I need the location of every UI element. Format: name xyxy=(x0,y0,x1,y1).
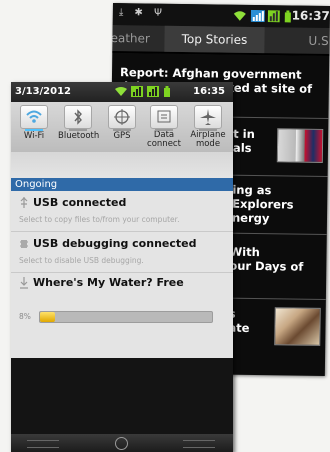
status-date: 3/13/2012 xyxy=(15,86,72,97)
status-bar: ⤓ ✱ Ψ 16:37 xyxy=(112,3,330,29)
progress-fill xyxy=(40,312,56,322)
grip-left-icon xyxy=(27,440,59,448)
tab-us[interactable]: U.S. xyxy=(308,34,330,48)
tab-top-stories[interactable]: Top Stories xyxy=(164,25,265,54)
debug-icon xyxy=(19,238,29,250)
download-progress-bar xyxy=(39,311,213,323)
toggle-label: Data connect xyxy=(147,130,181,149)
notification-subtitle: Select to copy files to/from your comput… xyxy=(19,215,180,224)
home-icon[interactable] xyxy=(115,437,128,450)
download-icon xyxy=(19,277,29,289)
quick-settings: Wi-Fi Bluetooth GPS Data connect Airplan… xyxy=(11,102,233,152)
wifi-icon xyxy=(20,105,48,131)
toggle-data-connect[interactable]: Data connect xyxy=(144,105,184,149)
notification-title: USB connected xyxy=(33,196,127,209)
story-headline: t in als xyxy=(232,126,255,155)
blurred-header xyxy=(11,152,233,178)
notification-title: USB debugging connected xyxy=(33,237,197,250)
story-headline: With our Days of xyxy=(229,244,304,274)
status-time: 16:37 xyxy=(291,8,330,24)
wifi-icon xyxy=(233,10,247,22)
signal-icon xyxy=(250,9,265,23)
signal-2-icon xyxy=(267,10,280,23)
notification-screen: 3/13/2012 16:35 Wi-Fi Bluetooth GPS Data… xyxy=(11,82,233,452)
toggle-airplane-mode[interactable]: Airplane mode xyxy=(188,105,228,149)
notification-icons: ⤓ ✱ Ψ xyxy=(118,7,166,19)
grip-right-icon xyxy=(183,440,215,448)
story-thumbnail xyxy=(274,307,321,346)
signal-2-icon xyxy=(147,86,159,97)
progress-percent: 8% xyxy=(19,312,31,321)
notification-usb-debugging[interactable]: USB debugging connected Select to disabl… xyxy=(11,232,233,272)
story-thumbnail xyxy=(276,128,324,163)
section-header-ongoing: Ongoing xyxy=(11,178,233,191)
toggle-label: GPS xyxy=(113,131,131,141)
notification-usb-connected[interactable]: USB connected Select to copy files to/fr… xyxy=(11,191,233,231)
notification-title: Where's My Water? Free xyxy=(33,276,184,289)
status-bar: 3/13/2012 16:35 xyxy=(11,82,233,102)
toggle-wifi[interactable]: Wi-Fi xyxy=(14,105,54,141)
status-time: 16:35 xyxy=(193,86,225,97)
gps-icon xyxy=(108,105,136,131)
toggle-bluetooth[interactable]: Bluetooth xyxy=(58,105,100,141)
toggle-label: Bluetooth xyxy=(58,131,100,141)
toggle-label: Wi-Fi xyxy=(23,131,45,141)
notification-subtitle: Select to disable USB debugging. xyxy=(19,256,144,265)
usb-icon xyxy=(19,197,29,209)
tab-weather[interactable]: eather xyxy=(110,31,150,46)
news-tabs: eather Top Stories U.S. xyxy=(110,24,330,57)
airplane-icon xyxy=(194,105,222,131)
story-headline: ing as Explorers nergy xyxy=(231,182,294,226)
battery-icon xyxy=(163,86,171,97)
navigation-bar xyxy=(11,434,233,452)
wifi-icon xyxy=(115,86,127,97)
data-connect-icon xyxy=(150,105,178,131)
toggle-label: Airplane mode xyxy=(190,130,226,149)
bluetooth-icon xyxy=(64,105,92,131)
toggle-gps[interactable]: GPS xyxy=(102,105,142,141)
signal-icon xyxy=(131,86,143,97)
